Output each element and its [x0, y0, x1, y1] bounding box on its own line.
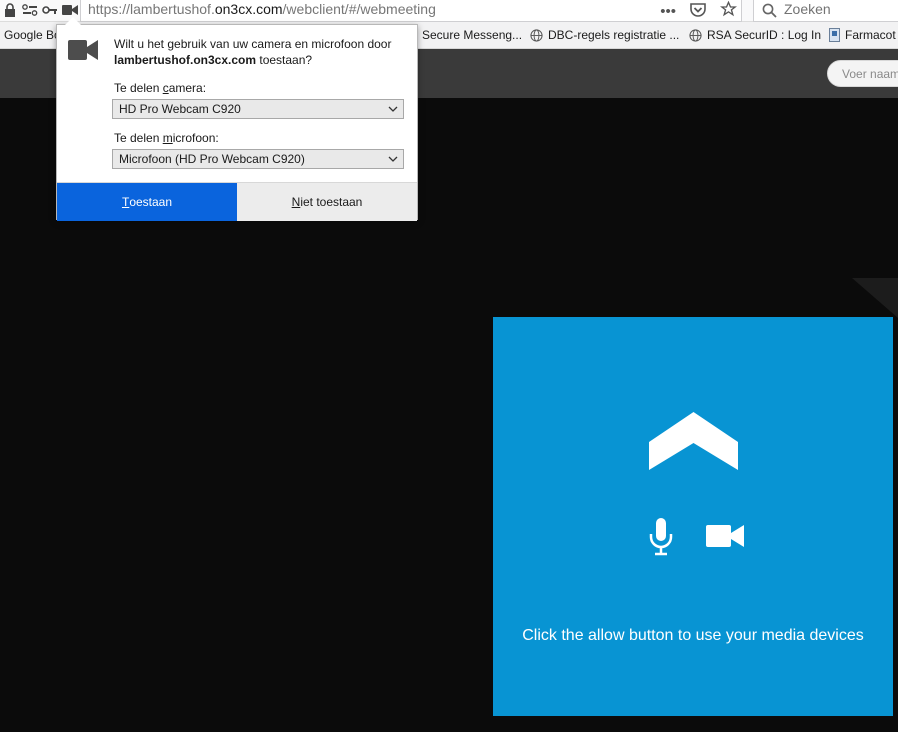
chevron-down-icon — [388, 106, 398, 112]
bookmark-item[interactable]: Secure Messeng... — [422, 28, 522, 42]
microphone-icon — [649, 518, 673, 556]
url-domain: on3cx.com — [214, 1, 283, 17]
label-part: Te delen — [114, 131, 163, 145]
popup-button-row: Toestaan Niet toestaan — [57, 182, 417, 221]
search-placeholder: Zoeken — [784, 1, 831, 17]
label-part: icrofoon: — [172, 131, 219, 145]
media-message: Click the allow button to use your media… — [522, 627, 864, 644]
url-actions: ••• — [660, 0, 738, 21]
permission-popup: Wilt u het gebruik van uw camera en micr… — [56, 17, 418, 221]
globe-icon — [689, 28, 702, 42]
media-permission-panel: Click the allow button to use your media… — [493, 317, 893, 716]
bookmark-item[interactable]: DBC-regels registratie ... — [530, 28, 679, 42]
search-icon — [762, 3, 777, 23]
lock-icon[interactable] — [4, 2, 16, 18]
popup-arrow — [65, 17, 81, 25]
bookmark-label: DBC-regels registratie ... — [548, 28, 680, 42]
label-part: amera: — [168, 81, 207, 95]
camera-select[interactable]: HD Pro Webcam C920 — [112, 99, 404, 119]
document-icon — [829, 28, 840, 42]
url-path: /webclient/#/webmeeting — [282, 1, 436, 17]
key-icon[interactable] — [42, 2, 58, 18]
access-key: m — [162, 131, 173, 145]
deny-button[interactable]: Niet toestaan — [237, 183, 417, 221]
camera-select-value: HD Pro Webcam C920 — [119, 102, 241, 116]
microphone-select-label: Te delen microfoon: — [114, 131, 219, 145]
arrow-up-icon — [649, 412, 738, 470]
url-prefix: https://lambertushof. — [88, 1, 215, 17]
url-text: https://lambertushof.on3cx.com/webclient… — [88, 1, 436, 17]
permission-question-site: lambertushof.on3cx.com toestaan? — [114, 53, 312, 67]
camera-select-label: Te delen camera: — [114, 81, 206, 95]
address-bar: https://lambertushof.on3cx.com/webclient… — [0, 0, 898, 22]
permissions-icon[interactable] — [22, 2, 38, 18]
pocket-icon[interactable] — [690, 2, 706, 21]
bookmark-label: Farmacot — [845, 28, 896, 42]
url-field[interactable]: https://lambertushof.on3cx.com/webclient… — [80, 0, 742, 22]
bookmark-star-icon[interactable] — [719, 0, 738, 21]
ellipsis-icon[interactable]: ••• — [660, 3, 676, 20]
bookmark-item[interactable]: RSA SecurID : Log In — [689, 28, 821, 42]
deny-button-label: iet toestaan — [300, 195, 363, 209]
camera-permission-icon[interactable] — [62, 2, 78, 18]
bookmark-item[interactable]: Farmacot — [829, 28, 896, 42]
search-input[interactable]: Zoeken — [753, 0, 898, 22]
permission-question: Wilt u het gebruik van uw camera en micr… — [114, 37, 392, 51]
video-camera-icon — [706, 525, 744, 547]
allow-button-label: oestaan — [129, 195, 173, 209]
globe-icon — [530, 28, 543, 42]
bookmark-label: Secure Messeng... — [422, 28, 523, 42]
bookmark-item[interactable]: Google Bo — [4, 28, 61, 42]
bookmark-label: Google Bo — [4, 28, 61, 42]
label-part: Te delen — [114, 81, 163, 95]
decorative-corner-shape — [852, 278, 898, 318]
allow-button[interactable]: Toestaan — [57, 183, 237, 221]
microphone-select[interactable]: Microfoon (HD Pro Webcam C920) — [112, 149, 404, 169]
site-name: lambertushof.on3cx.com — [114, 53, 257, 67]
question-end: toestaan? — [256, 53, 313, 67]
microphone-select-value: Microfoon (HD Pro Webcam C920) — [119, 152, 305, 166]
chevron-down-icon — [388, 156, 398, 162]
access-key: T — [121, 195, 130, 209]
access-key: N — [291, 195, 301, 209]
bookmark-label: RSA SecurID : Log In — [707, 28, 822, 42]
camera-icon — [68, 40, 98, 60]
name-input[interactable]: Voer naam — [827, 60, 898, 87]
